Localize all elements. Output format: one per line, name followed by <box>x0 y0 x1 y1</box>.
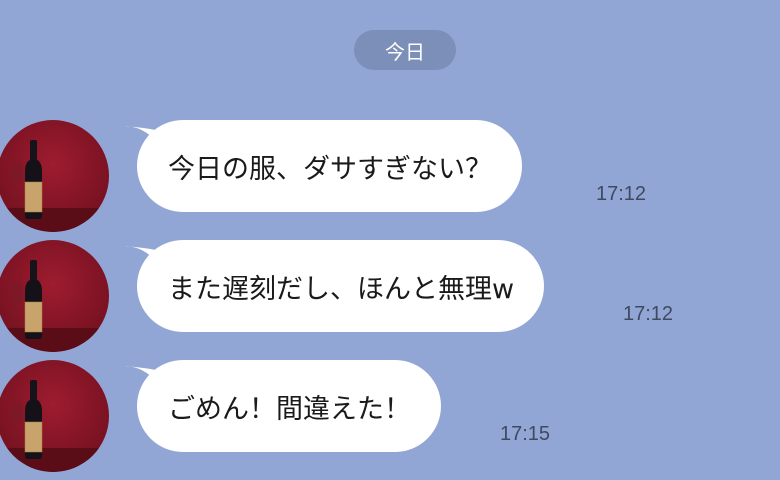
message-text: ごめん！間違えた！ <box>168 393 411 425</box>
message-row: 今日の服、ダサすぎない？ 17:12 <box>0 120 780 240</box>
message-time: 17:12 <box>623 303 674 325</box>
avatar[interactable] <box>0 120 109 232</box>
message-text: また遅刻だし、ほんと無理w <box>168 273 515 305</box>
date-separator-label: 今日 <box>385 39 425 64</box>
message-bubble[interactable]: 今日の服、ダサすぎない？ <box>137 120 522 212</box>
wine-bottle-icon <box>0 240 109 352</box>
message-bubble[interactable]: また遅刻だし、ほんと無理w <box>137 240 545 332</box>
message-row: また遅刻だし、ほんと無理w 17:12 <box>0 240 780 360</box>
message-row: ごめん！間違えた！ 17:15 <box>0 360 780 480</box>
avatar[interactable] <box>0 240 109 352</box>
message-time: 17:12 <box>596 183 647 205</box>
wine-bottle-icon <box>0 120 109 232</box>
message-time: 17:15 <box>500 423 551 445</box>
avatar[interactable] <box>0 360 109 472</box>
wine-bottle-icon <box>0 360 109 472</box>
message-text: 今日の服、ダサすぎない？ <box>168 153 492 185</box>
date-separator-today: 今日 <box>354 30 456 70</box>
message-bubble[interactable]: ごめん！間違えた！ <box>137 360 441 452</box>
